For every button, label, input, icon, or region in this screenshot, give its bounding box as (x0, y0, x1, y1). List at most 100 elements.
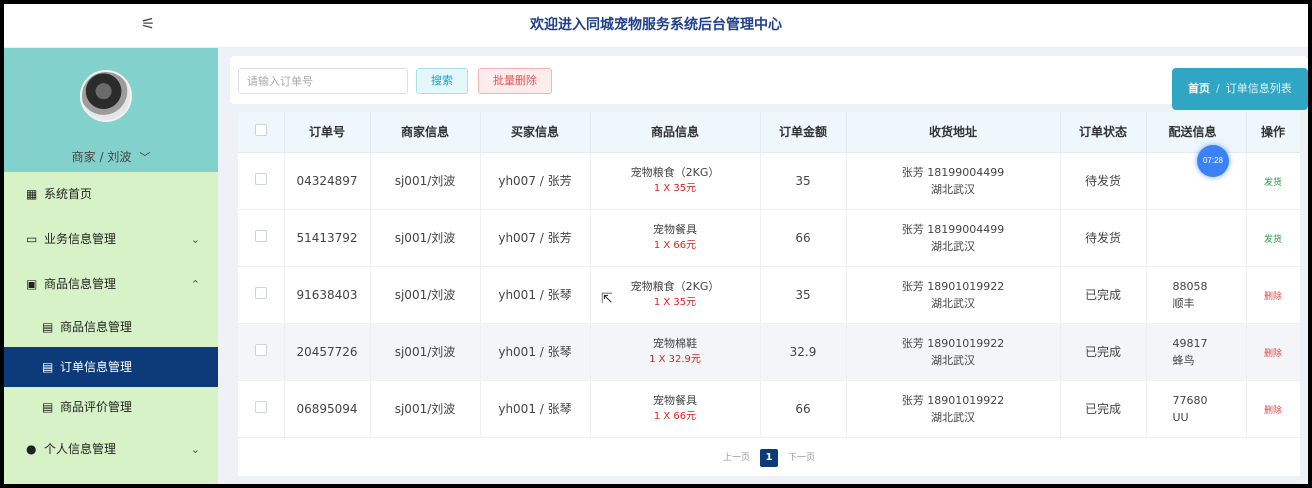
merchant-cell: sj001/刘波 (370, 266, 481, 324)
sidebar-item-order-manage[interactable]: ▤ 订单信息管理 (4, 347, 218, 387)
status-cell: 待发货 (1060, 152, 1147, 210)
address-cell: 张芳 18901019922 湖北武汉 (846, 380, 1061, 438)
address-contact: 张芳 18901019922 (901, 336, 1005, 350)
row-checkbox[interactable] (254, 230, 267, 242)
action-cell: 删除 (1246, 323, 1300, 381)
delete-button[interactable]: 删除 (1264, 349, 1282, 359)
sidebar-item-label: 系统首页 (44, 187, 93, 201)
order-no-cell: 20457726 (284, 323, 371, 381)
sidebar-item-label: 商品评价管理 (60, 400, 133, 414)
ship-button[interactable]: 发货 (1264, 235, 1282, 245)
row-checkbox[interactable] (254, 344, 267, 356)
order-table-container: 订单号 商家信息 买家信息 商品信息 订单金额 收货地址 订单状态 配送信息 操… (238, 112, 1300, 476)
goods-cell: 宠物餐具 1 X 66元 (590, 209, 761, 267)
sidebar-item-personal-info[interactable]: ● 个人信息管理 ⌄ (4, 427, 218, 472)
amount-cell: 32.9 (760, 323, 847, 381)
column-header: 订单金额 (760, 112, 847, 153)
goods-qty: 1 X 35元 (653, 182, 697, 194)
address-cell: 张芳 18199004499 湖北武汉 (846, 209, 1061, 267)
address-contact: 张芳 18901019922 (901, 279, 1005, 293)
delivery-cell (1146, 152, 1247, 210)
user-icon: ● (26, 442, 37, 456)
chevron-down-icon: ⌄ (190, 443, 200, 456)
order-search-input[interactable] (238, 68, 408, 94)
order-no-cell: 91638403 (284, 266, 371, 324)
avatar[interactable] (80, 70, 132, 122)
sidebar-item-business-info[interactable]: ▭ 业务信息管理 ⌄ (4, 217, 218, 262)
column-header: 操作 (1246, 112, 1300, 153)
action-cell: 发货 (1246, 209, 1300, 267)
breadcrumb-home[interactable]: 首页 (1188, 82, 1210, 95)
batch-delete-button[interactable]: 批量删除 (478, 68, 552, 94)
sidebar-item-home[interactable]: ▦ 系统首页 (4, 172, 218, 217)
select-all-cell (238, 112, 285, 153)
table-row: 06895094 sj001/刘波 yh001 / 张琴 宠物餐具 1 X 66元… (238, 380, 1300, 438)
action-cell: 发货 (1246, 152, 1300, 210)
address-contact: 张芳 18199004499 (901, 222, 1005, 236)
sidebar-item-label: 商品信息管理 (60, 320, 133, 334)
sidebar-item-goods-manage[interactable]: ▤ 商品信息管理 (4, 307, 218, 347)
goods-name: 宠物粮食（2KG） (630, 279, 720, 293)
address-city: 湖北武汉 (931, 296, 975, 310)
toolbar: 搜索 批量删除 首页 / 订单信息列表 (230, 56, 1308, 110)
table-row: 91638403 sj001/刘波 yh001 / 张琴 宠物粮食（2KG） 1 … (238, 266, 1300, 324)
goods-qty: 1 X 35元 (653, 296, 697, 308)
column-header: 商品信息 (590, 112, 761, 153)
column-header: 买家信息 (480, 112, 591, 153)
sidebar-nav: ▦ 系统首页 ▭ 业务信息管理 ⌄ ▣ 商品信息管理 ⌃ ▤ 商品信息管理 ▤ 订单信息管… (4, 172, 218, 472)
address-contact: 张芳 18901019922 (901, 393, 1005, 407)
grid-icon: ▦ (26, 187, 38, 201)
row-checkbox[interactable] (254, 401, 267, 413)
address-city: 湖北武汉 (931, 182, 975, 196)
pagination: 上一页 1 下一页 (238, 440, 1300, 476)
ship-button[interactable]: 发货 (1264, 178, 1282, 188)
sidebar-item-label: 订单信息管理 (60, 360, 133, 374)
chevron-up-icon: ⌃ (190, 278, 200, 291)
address-city: 湖北武汉 (931, 239, 975, 253)
status-cell: 已完成 (1060, 380, 1147, 438)
row-checkbox[interactable] (254, 173, 267, 185)
page-number-button[interactable]: 1 (760, 449, 778, 467)
delivery-no: 88058 (1172, 279, 1208, 293)
mouse-cursor-icon: ⇱ (601, 290, 613, 306)
table-row: 20457726 sj001/刘波 yh001 / 张琴 宠物棉鞋 1 X 32.… (238, 323, 1300, 381)
table-row: 04324897 sj001/刘波 yh007 / 张芳 宠物粮食（2KG） 1 … (238, 152, 1300, 210)
search-button[interactable]: 搜索 (416, 68, 468, 94)
sidebar-item-goods-info[interactable]: ▣ 商品信息管理 ⌃ (4, 262, 218, 307)
sidebar-item-label: 业务信息管理 (44, 232, 117, 246)
delivery-cell: 88058 顺丰 (1146, 266, 1247, 324)
action-cell: 删除 (1246, 266, 1300, 324)
amount-cell: 66 (760, 209, 847, 267)
address-cell: 张芳 18901019922 湖北武汉 (846, 266, 1061, 324)
action-cell: 删除 (1246, 380, 1300, 438)
address-cell: 张芳 18199004499 湖北武汉 (846, 152, 1061, 210)
delete-button[interactable]: 删除 (1264, 292, 1282, 302)
goods-cell: 宠物粮食（2KG） 1 X 35元 (590, 266, 761, 324)
row-checkbox[interactable] (254, 287, 267, 299)
sidebar: 商家 / 刘波 ﹀ ▦ 系统首页 ▭ 业务信息管理 ⌄ ▣ 商品信息管理 ⌃ ▤ 商品信息… (4, 48, 218, 484)
prev-page-button[interactable]: 上一页 (723, 440, 750, 476)
delete-button[interactable]: 删除 (1264, 406, 1282, 416)
column-header: 商家信息 (370, 112, 481, 153)
merchant-cell: sj001/刘波 (370, 380, 481, 438)
order-table: 订单号 商家信息 买家信息 商品信息 订单金额 收货地址 订单状态 配送信息 操… (238, 112, 1300, 438)
select-all-checkbox[interactable] (254, 124, 267, 137)
address-city: 湖北武汉 (931, 410, 975, 424)
merchant-cell: sj001/刘波 (370, 323, 481, 381)
next-page-button[interactable]: 下一页 (788, 440, 815, 476)
delivery-company: UU (1172, 410, 1189, 424)
buyer-cell: yh001 / 张琴 (480, 323, 591, 381)
goods-qty: 1 X 32.9元 (649, 353, 701, 365)
chevron-down-icon: ﹀ (139, 151, 151, 164)
user-role-dropdown[interactable]: 商家 / 刘波 ﹀ (4, 148, 218, 165)
table-row: 51413792 sj001/刘波 yh007 / 张芳 宠物餐具 1 X 66元… (238, 209, 1300, 267)
delivery-cell: 49817 蜂鸟 (1146, 323, 1247, 381)
status-cell: 已完成 (1060, 323, 1147, 381)
doc-icon: ▤ (42, 360, 54, 374)
column-header: 订单状态 (1060, 112, 1147, 153)
delivery-cell: 77680 UU (1146, 380, 1247, 438)
profile-panel: 商家 / 刘波 ﹀ (4, 48, 218, 172)
sidebar-item-review-manage[interactable]: ▤ 商品评价管理 (4, 387, 218, 427)
amount-cell: 35 (760, 266, 847, 324)
order-no-cell: 04324897 (284, 152, 371, 210)
